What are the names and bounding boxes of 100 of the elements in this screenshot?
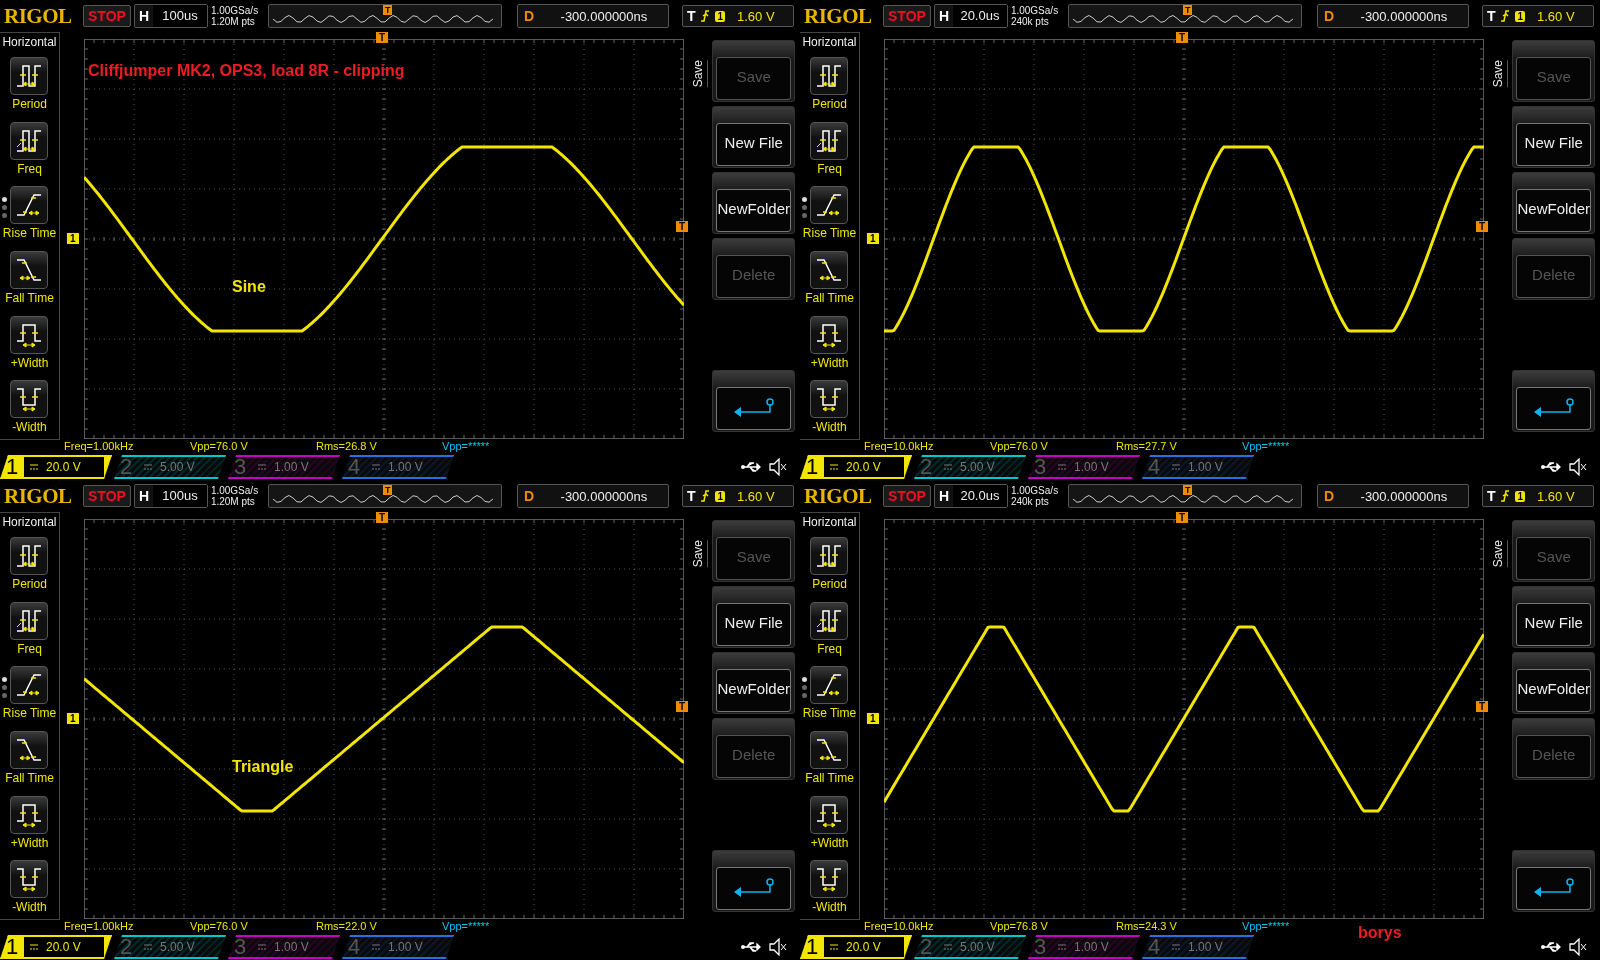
measure-button[interactable] bbox=[10, 380, 49, 419]
page-dot[interactable] bbox=[802, 693, 807, 698]
channel-indicator[interactable]: 1 20.0 V bbox=[0, 935, 112, 959]
run-stop-status[interactable]: STOP bbox=[83, 485, 131, 507]
sample-rate: 1.00GSa/s bbox=[1010, 485, 1060, 496]
trigger-display[interactable]: T 1 1.60 V bbox=[1481, 5, 1594, 27]
channel-scale: 1.00 V bbox=[1188, 460, 1223, 474]
measure-button[interactable] bbox=[810, 56, 849, 95]
measure-button[interactable] bbox=[810, 315, 849, 354]
channel-indicator[interactable]: 3 1.00 V bbox=[228, 935, 340, 959]
trigger-position-marker[interactable]: T bbox=[375, 32, 389, 43]
softkey-button[interactable]: New File bbox=[1512, 106, 1595, 168]
channel-indicator[interactable]: 1 20.0 V bbox=[800, 455, 912, 479]
channel-indicator[interactable]: 3 1.00 V bbox=[1028, 455, 1140, 479]
timebase-display[interactable]: H 100us bbox=[133, 484, 208, 508]
run-stop-status[interactable]: STOP bbox=[883, 485, 931, 507]
channel-indicator[interactable]: 2 5.00 V bbox=[114, 455, 226, 479]
softkey-button[interactable]: New File bbox=[712, 106, 795, 168]
page-dot[interactable] bbox=[2, 685, 7, 690]
measure-button[interactable] bbox=[10, 666, 49, 705]
measure-button[interactable] bbox=[810, 380, 849, 419]
channel-indicator[interactable]: 4 1.00 V bbox=[342, 935, 454, 959]
trigger-level-marker[interactable]: T bbox=[1475, 221, 1489, 232]
channel-indicator[interactable]: 2 5.00 V bbox=[114, 935, 226, 959]
measure-button[interactable] bbox=[10, 56, 49, 95]
measure-button[interactable] bbox=[810, 536, 849, 575]
measure-label: Period bbox=[812, 96, 847, 111]
page-dot[interactable] bbox=[2, 205, 7, 210]
page-dot[interactable] bbox=[2, 213, 7, 218]
channel-scale: 20.0 V bbox=[46, 460, 81, 474]
timebase-display[interactable]: H 100us bbox=[133, 4, 208, 28]
measure-button[interactable] bbox=[10, 731, 49, 769]
delay-value: -300.000000ns bbox=[559, 8, 649, 24]
measure-button[interactable] bbox=[10, 601, 49, 640]
delay-display[interactable]: D -300.000000ns bbox=[516, 484, 669, 508]
softkey-button[interactable]: NewFolder bbox=[1512, 652, 1595, 714]
measure-button[interactable] bbox=[810, 731, 849, 769]
delay-display[interactable]: D -300.000000ns bbox=[1316, 4, 1469, 28]
measure-label: Fall Time bbox=[5, 771, 54, 785]
page-dot[interactable] bbox=[802, 205, 807, 210]
trigger-position-marker[interactable]: T bbox=[375, 512, 389, 523]
channel-offset-marker[interactable]: 1 bbox=[66, 713, 79, 724]
softkey-button[interactable]: New File bbox=[712, 586, 795, 648]
trigger-level-marker[interactable]: T bbox=[675, 701, 689, 712]
trigger-position-marker[interactable]: T bbox=[1175, 32, 1189, 43]
page-dot[interactable] bbox=[802, 685, 807, 690]
page-dot[interactable] bbox=[802, 197, 807, 202]
channel-indicator[interactable]: 3 1.00 V bbox=[228, 455, 340, 479]
softkey-button[interactable]: NewFolder bbox=[712, 172, 795, 234]
measure-button[interactable] bbox=[10, 860, 49, 899]
measure-button[interactable] bbox=[10, 186, 49, 225]
softkey-button[interactable]: NewFolder bbox=[1512, 172, 1595, 234]
delay-display[interactable]: D -300.000000ns bbox=[516, 4, 669, 28]
page-dot[interactable] bbox=[2, 693, 7, 698]
measure-button[interactable] bbox=[810, 186, 849, 225]
measure-button[interactable] bbox=[810, 795, 849, 834]
delay-display[interactable]: D -300.000000ns bbox=[1316, 484, 1469, 508]
page-dot[interactable] bbox=[802, 213, 807, 218]
measure-button[interactable] bbox=[10, 536, 49, 575]
channel-offset-marker[interactable]: 1 bbox=[866, 713, 879, 724]
channel-indicator[interactable]: 2 5.00 V bbox=[914, 455, 1026, 479]
trigger-level-marker[interactable]: T bbox=[1475, 701, 1489, 712]
measure-button[interactable] bbox=[810, 860, 849, 899]
measure-button[interactable] bbox=[10, 251, 49, 289]
return-button[interactable] bbox=[712, 370, 795, 432]
softkey-button[interactable]: NewFolder bbox=[712, 652, 795, 714]
trigger-display[interactable]: T 1 1.60 V bbox=[681, 485, 794, 507]
page-dot[interactable] bbox=[2, 197, 7, 202]
measure-button[interactable] bbox=[10, 121, 49, 160]
channel-offset-marker[interactable]: 1 bbox=[866, 233, 879, 244]
page-dot[interactable] bbox=[802, 677, 807, 682]
measure-button[interactable] bbox=[10, 315, 49, 354]
return-button[interactable] bbox=[1512, 850, 1595, 912]
measure-button[interactable] bbox=[810, 251, 849, 289]
measure-label: Fall Time bbox=[805, 771, 854, 785]
channel-indicator[interactable]: 1 20.0 V bbox=[0, 455, 112, 479]
run-stop-status[interactable]: STOP bbox=[83, 5, 131, 27]
channel-indicator[interactable]: 1 20.0 V bbox=[800, 935, 912, 959]
timebase-display[interactable]: H 20.0us bbox=[933, 484, 1008, 508]
timebase-display[interactable]: H 20.0us bbox=[933, 4, 1008, 28]
measure-button[interactable] bbox=[810, 601, 849, 640]
author-signature: borys bbox=[1358, 924, 1402, 942]
channel-indicator[interactable]: 4 1.00 V bbox=[1142, 455, 1254, 479]
trigger-position-marker[interactable]: T bbox=[1175, 512, 1189, 523]
measure-button[interactable] bbox=[810, 666, 849, 705]
channel-offset-marker[interactable]: 1 bbox=[66, 233, 79, 244]
trigger-level-marker[interactable]: T bbox=[675, 221, 689, 232]
channel-indicator[interactable]: 3 1.00 V bbox=[1028, 935, 1140, 959]
return-button[interactable] bbox=[1512, 370, 1595, 432]
return-button[interactable] bbox=[712, 850, 795, 912]
softkey-button[interactable]: New File bbox=[1512, 586, 1595, 648]
channel-indicator[interactable]: 4 1.00 V bbox=[342, 455, 454, 479]
measure-button[interactable] bbox=[10, 795, 49, 834]
channel-indicator[interactable]: 2 5.00 V bbox=[914, 935, 1026, 959]
measure-button[interactable] bbox=[810, 121, 849, 160]
channel-indicator[interactable]: 4 1.00 V bbox=[1142, 935, 1254, 959]
trigger-display[interactable]: T 1 1.60 V bbox=[681, 5, 794, 27]
run-stop-status[interactable]: STOP bbox=[883, 5, 931, 27]
page-dot[interactable] bbox=[2, 677, 7, 682]
trigger-display[interactable]: T 1 1.60 V bbox=[1481, 485, 1594, 507]
